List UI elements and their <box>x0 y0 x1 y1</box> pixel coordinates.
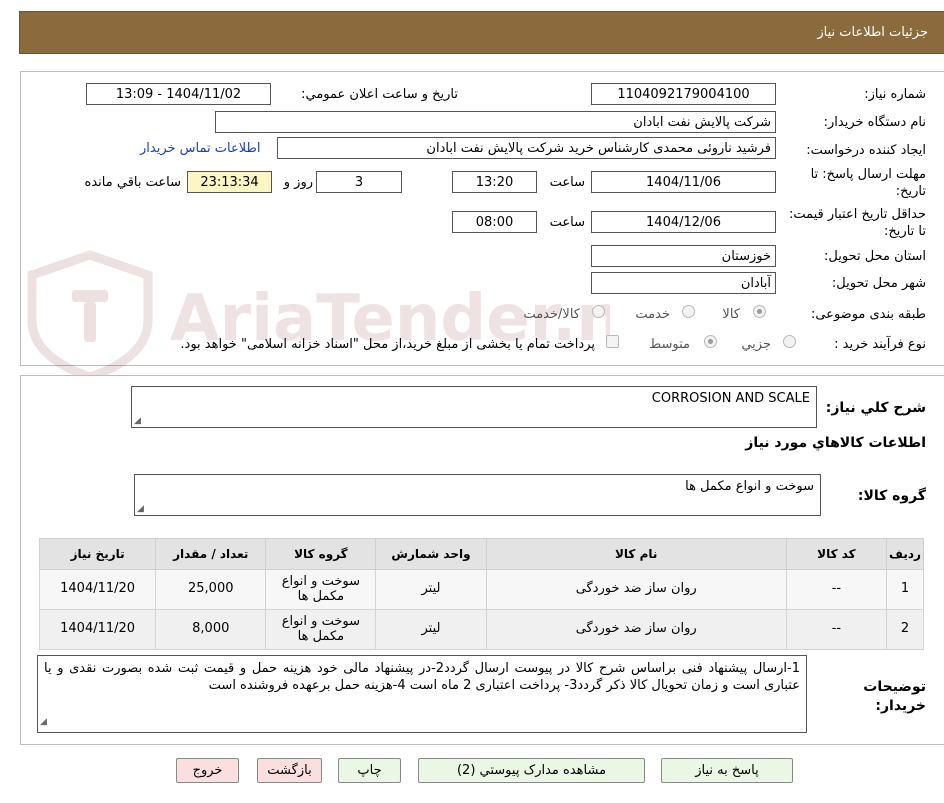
cell-unit: ليتر <box>375 569 487 610</box>
creator-label: ايجاد کننده درخواست: <box>806 143 926 158</box>
process-medium-radio[interactable] <box>704 335 717 348</box>
contact-info-link[interactable]: اطلاعات تماس خريدار <box>140 141 260 156</box>
cell-group: سوخت و انواع مکمل ها <box>265 569 377 610</box>
col-row: رديف <box>885 538 925 570</box>
print-button[interactable]: چاپ <box>338 758 401 783</box>
cell-code: -- <box>785 569 887 610</box>
creator-field: فرشيد ناروئی محمدی کارشناس خريد شرکت پال… <box>277 137 776 159</box>
goods-table: رديف کد کالا نام کالا واحد شمارش گروه کا… <box>38 538 925 650</box>
summary-field: CORROSION AND SCALE ◢ <box>131 386 817 428</box>
validity-time-field: 08:00 <box>452 211 537 233</box>
province-label: استان محل تحويل: <box>824 249 926 264</box>
col-name: نام کالا <box>485 538 787 570</box>
table-header-row: رديف کد کالا نام کالا واحد شمارش گروه کا… <box>38 538 925 570</box>
payment-note: پرداخت تمام يا بخشی از مبلغ خريد،از محل … <box>180 337 595 352</box>
attachments-button[interactable]: مشاهده مدارک پيوستي (2) <box>418 758 645 783</box>
summary-text: CORROSION AND SCALE <box>651 391 810 406</box>
goods-group-text: سوخت و انواع مکمل ها <box>685 479 814 494</box>
col-unit: واحد شمارش <box>375 538 487 570</box>
days-remaining-field: 3 <box>316 171 402 193</box>
goods-group-label: گروه کالا: <box>857 488 926 504</box>
city-label: شهر محل تحويل: <box>831 276 926 291</box>
col-need-date: تاريخ نياز <box>38 538 157 570</box>
exit-button[interactable]: خروج <box>176 758 239 783</box>
col-group: گروه کالا <box>265 538 377 570</box>
resize-handle-icon[interactable]: ◢ <box>134 416 141 426</box>
process-minor-radio[interactable] <box>783 335 796 348</box>
category-goods-service-label: کالا/خدمت <box>523 307 580 322</box>
buyer-notes-text: 1-ارسال پيشنهاد فنی براساس شرح کالا در پ… <box>44 661 800 693</box>
category-goods-service-radio[interactable] <box>592 305 605 318</box>
buyer-notes-label: توضيحات خريدار: <box>863 679 926 714</box>
goods-section-title: اطلاعات کالاهاي مورد نياز <box>745 435 926 451</box>
validity-date-field: 1404/12/06 <box>591 211 776 233</box>
buyer-org-field: شرکت پالايش نفت ابادان <box>215 111 776 133</box>
need-number-field: 1104092179004100 <box>591 83 776 105</box>
need-number-label: شماره نیاز: <box>864 87 926 102</box>
resize-handle-icon[interactable]: ◢ <box>40 714 47 731</box>
category-goods-radio[interactable] <box>753 305 766 318</box>
buyer-org-label: نام دستگاه خريدار: <box>823 115 926 130</box>
goods-group-field: سوخت و انواع مکمل ها ◢ <box>134 474 821 516</box>
process-medium-label: متوسط <box>649 337 690 352</box>
cell-group: سوخت و انواع مکمل ها <box>265 609 377 650</box>
category-goods-label: کالا <box>722 307 740 322</box>
back-button[interactable]: بازگشت <box>257 758 322 783</box>
validity-label: حداقل تاريخ اعتبار قيمت: تا تاريخ: <box>788 207 926 239</box>
category-label: طبقه بندی موضوعی: <box>810 307 926 322</box>
cell-unit: ليتر <box>375 609 487 650</box>
cell-name: روان ساز ضد خوردگی <box>485 569 787 610</box>
cell-row: 1 <box>885 569 925 610</box>
days-label: روز و <box>283 175 313 190</box>
treasury-checkbox[interactable] <box>606 335 619 348</box>
cell-quantity: 25,000 <box>155 569 267 610</box>
col-quantity: تعداد / مقدار <box>155 538 267 570</box>
category-service-label: خدمت <box>635 307 670 322</box>
page-header: جزئیات اطلاعات نیاز <box>19 11 944 54</box>
buyer-notes-field: 1-ارسال پيشنهاد فنی براساس شرح کالا در پ… <box>37 655 807 733</box>
validity-time-label: ساعت <box>549 215 585 230</box>
category-service-radio[interactable] <box>682 305 695 318</box>
process-type-label: نوع فرآيند خريد : <box>834 337 926 352</box>
resize-handle-icon[interactable]: ◢ <box>137 504 144 514</box>
city-field: آبادان <box>591 272 776 294</box>
announce-field: 1404/11/02 - 13:09 <box>86 83 271 105</box>
cell-need-date: 1404/11/20 <box>38 569 157 610</box>
reply-button[interactable]: پاسخ به نياز <box>661 758 793 783</box>
deadline-date-field: 1404/11/06 <box>591 171 776 193</box>
province-field: خوزستان <box>591 245 776 267</box>
deadline-label: مهلت ارسال پاسخ: تا تاريخ: <box>810 167 926 199</box>
cell-name: روان ساز ضد خوردگی <box>485 609 787 650</box>
cell-quantity: 8,000 <box>155 609 267 650</box>
col-code: کد کالا <box>785 538 887 570</box>
table-row[interactable]: 1 -- روان ساز ضد خوردگی ليتر سوخت و انوا… <box>38 569 925 610</box>
deadline-time-label: ساعت <box>549 175 585 190</box>
process-minor-label: جزيي <box>741 337 771 352</box>
page-title: جزئیات اطلاعات نیاز <box>817 25 928 40</box>
time-remaining-field: 23:13:34 <box>187 171 272 193</box>
cell-code: -- <box>785 609 887 650</box>
summary-label: شرح کلي نياز: <box>825 400 926 416</box>
deadline-time-field: 13:20 <box>452 171 537 193</box>
cell-row: 2 <box>885 609 925 650</box>
remaining-label: ساعت باقي مانده <box>84 175 181 190</box>
announce-label: تاریخ و ساعت اعلان عمومي: <box>301 87 458 102</box>
cell-need-date: 1404/11/20 <box>38 609 157 650</box>
table-row[interactable]: 2 -- روان ساز ضد خوردگی ليتر سوخت و انوا… <box>38 609 925 650</box>
